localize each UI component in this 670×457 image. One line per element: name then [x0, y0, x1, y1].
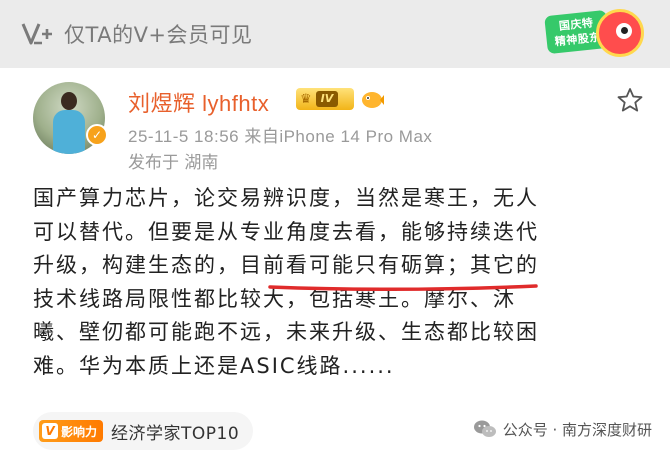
crown-icon: ♛ — [300, 91, 312, 107]
post-meta: 25-11-5 18:56 来自iPhone 14 Pro Max — [128, 127, 433, 146]
influence-tag: V 影响力 — [39, 420, 104, 442]
wechat-icon — [473, 420, 496, 437]
post-location: 发布于 湖南 — [128, 153, 219, 173]
post-line: 升级，构建生态的，目前看可能只有砺算；其它的 — [33, 253, 539, 277]
mascot-pupil — [621, 27, 628, 34]
influence-tag-label: 影响力 — [61, 424, 98, 439]
post-line: 难。华为本质上还是ASIC线路...... — [33, 353, 395, 378]
influence-v-icon: V — [42, 423, 58, 439]
influence-rank-text: 经济学家TOP10 — [111, 423, 240, 444]
avatar-body — [53, 110, 85, 154]
post-line: 国产算力芯片，论交易辨识度，当然是寒王，无人 — [33, 186, 539, 210]
source-watermark: 公众号 · 南方深度财研 — [473, 418, 652, 440]
red-underline-annotation — [268, 284, 538, 292]
influence-rank-chip[interactable]: V 影响力 经济学家TOP10 — [33, 412, 254, 450]
avatar-head — [61, 92, 77, 110]
fan-badge-icon[interactable] — [360, 88, 384, 110]
holiday-mascot-sticker: 国庆特 精神股东 — [540, 5, 650, 65]
star-outline-icon[interactable] — [616, 86, 644, 114]
vplus-logo-icon — [20, 21, 54, 47]
verified-badge-icon: ✓ — [86, 124, 108, 146]
vip-level-label: IV — [315, 91, 339, 107]
vip-only-text: 仅TA的V+会员可见 — [64, 23, 253, 47]
post-line: 曦、壁仞都可能跑不远，未来升级、生态都比较困 — [33, 320, 539, 344]
vip-level-badge[interactable]: ♛ IV — [296, 88, 354, 110]
watermark-text: 公众号 · 南方深度财研 — [502, 420, 652, 439]
author-name[interactable]: 刘煜辉 lyhfhtx — [128, 86, 269, 118]
vip-only-banner: 仅TA的V+会员可见 国庆特 精神股东 — [0, 0, 670, 68]
post-line: 可以替代。但要是从专业角度去看，能够持续迭代 — [33, 219, 539, 244]
